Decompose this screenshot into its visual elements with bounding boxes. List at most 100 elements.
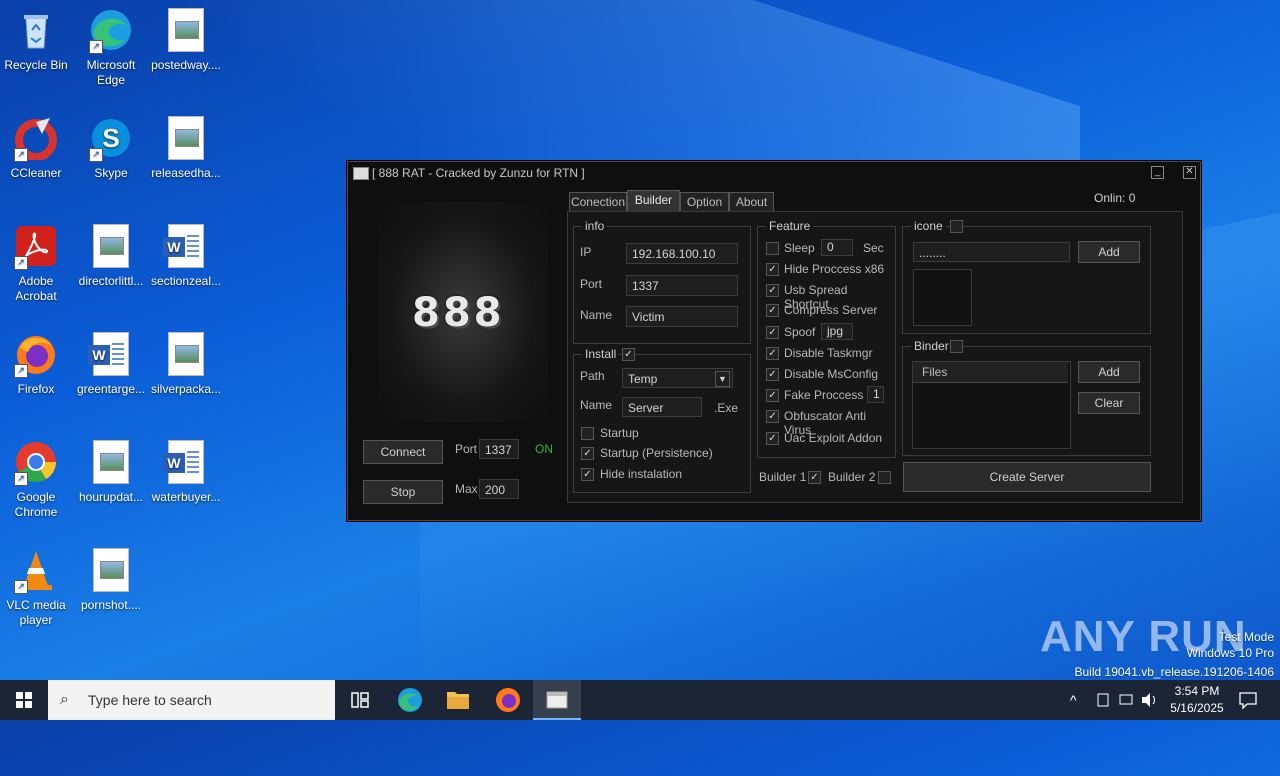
- icon-add-button[interactable]: Add: [1078, 241, 1140, 263]
- build-text: Build 19041.vb_release.191206-1406: [1074, 665, 1275, 679]
- task-view-button[interactable]: [336, 680, 384, 720]
- acrobat-icon: ↗: [14, 224, 58, 270]
- show-hidden-icons-chevron-icon[interactable]: ^: [1070, 692, 1077, 708]
- builder2-checkbox[interactable]: [878, 471, 891, 484]
- spoof-checkbox[interactable]: ✓: [766, 326, 779, 339]
- shortcut-arrow-icon: ↗: [14, 364, 28, 378]
- binder-group-title: Binder: [911, 339, 952, 353]
- usb-spread-checkbox[interactable]: ✓: [766, 284, 779, 297]
- binder-clear-button[interactable]: Clear: [1078, 392, 1140, 414]
- binder-checkbox[interactable]: [950, 340, 963, 353]
- taskbar-edge-button[interactable]: [386, 680, 434, 720]
- stop-button[interactable]: Stop: [363, 480, 443, 504]
- builder1-label: Builder 1: [759, 470, 807, 484]
- desktop-icon-file[interactable]: hourupdat...: [75, 440, 147, 505]
- files-column-header[interactable]: Files: [913, 362, 1068, 383]
- startup-persistence-checkbox[interactable]: ✓: [581, 447, 594, 460]
- start-button[interactable]: [0, 680, 48, 720]
- desktop-icon-ccleaner[interactable]: ↗ CCleaner: [0, 116, 72, 181]
- desktop-icon-skype[interactable]: S ↗ Skype: [75, 116, 147, 181]
- install-checkbox[interactable]: ✓: [622, 348, 635, 361]
- victim-name-input[interactable]: Victim: [626, 306, 738, 327]
- desktop-icon-file[interactable]: directorlittl...: [75, 224, 147, 289]
- desktop-icon-recycle-bin[interactable]: Recycle Bin: [0, 8, 72, 73]
- desktop-icon-file[interactable]: W sectionzeal...: [150, 224, 222, 289]
- rat-window: [ 888 RAT - Cracked by Zunzu for RTN ] _…: [347, 161, 1201, 521]
- chrome-icon: ↗: [14, 440, 58, 486]
- desktop-icon-file[interactable]: W waterbuyer...: [150, 440, 222, 505]
- compress-server-checkbox[interactable]: ✓: [766, 304, 779, 317]
- name-label: Name: [580, 398, 613, 412]
- word-document-icon: W: [163, 224, 208, 268]
- install-group-title: Install: [582, 347, 620, 361]
- obfuscator-checkbox[interactable]: ✓: [766, 410, 779, 423]
- hide-process-checkbox[interactable]: ✓: [766, 263, 779, 276]
- system-tray-icons: [1097, 693, 1155, 707]
- builder2-label: Builder 2: [828, 470, 876, 484]
- minimize-icon[interactable]: _: [1151, 166, 1164, 179]
- taskbar-explorer-button[interactable]: [434, 680, 482, 720]
- window-titlebar[interactable]: [ 888 RAT - Cracked by Zunzu for RTN ] _…: [348, 162, 1200, 184]
- shortcut-arrow-icon: ↗: [14, 148, 28, 162]
- uac-exploit-checkbox[interactable]: ✓: [766, 432, 779, 445]
- icon-label: sectionzeal...: [150, 274, 222, 288]
- create-server-button[interactable]: Create Server: [903, 462, 1151, 492]
- port-input[interactable]: 1337: [626, 275, 738, 296]
- disable-taskmgr-label: Disable Taskmgr: [784, 346, 873, 360]
- desktop-icon-google-chrome[interactable]: ↗ Google Chrome: [0, 440, 72, 520]
- clock[interactable]: 3:54 PM 5/16/2025: [1164, 684, 1230, 715]
- notifications-button[interactable]: [1238, 690, 1258, 713]
- fake-process-checkbox[interactable]: ✓: [766, 389, 779, 402]
- app-window-icon: [546, 691, 568, 709]
- taskbar-search-box[interactable]: ⌕ Type here to search: [48, 680, 335, 720]
- hide-install-checkbox[interactable]: ✓: [581, 468, 594, 481]
- icon-label: pornshot....: [80, 598, 142, 612]
- connect-button[interactable]: Connect: [363, 440, 443, 464]
- desktop-icon-file[interactable]: W greentarge...: [75, 332, 147, 397]
- path-select[interactable]: Temp ▼: [622, 368, 733, 388]
- taskbar-firefox-button[interactable]: [484, 680, 532, 720]
- image-file-icon: [89, 548, 133, 592]
- port-label: Port: [455, 442, 478, 456]
- builder-panel: info IP 192.168.100.10 Port 1337 Name Vi…: [567, 211, 1183, 503]
- desktop-icon-vlc[interactable]: ↗ VLC media player: [0, 548, 72, 628]
- ip-input[interactable]: 192.168.100.10: [626, 243, 738, 264]
- chevron-down-icon[interactable]: ▼: [715, 371, 730, 387]
- install-group: Install ✓ Path Temp ▼ Name Server .Exe S…: [573, 347, 751, 493]
- spoof-extension-input[interactable]: jpg: [821, 323, 853, 340]
- builder1-checkbox[interactable]: ✓: [808, 471, 821, 484]
- listen-port-input[interactable]: 1337: [479, 439, 519, 459]
- icon-path-input[interactable]: ........: [913, 242, 1070, 262]
- hide-process-label: Hide Proccess x86: [784, 262, 885, 276]
- desktop-icon-file[interactable]: postedway....: [150, 8, 222, 73]
- online-label: Onlin:: [1094, 191, 1126, 205]
- disable-msconfig-label: Disable MsConfig: [784, 367, 879, 381]
- tab-conection[interactable]: Conection: [569, 192, 627, 213]
- disable-taskmgr-checkbox[interactable]: ✓: [766, 347, 779, 360]
- fake-process-input[interactable]: 1: [867, 386, 884, 403]
- network-tray-icon[interactable]: [1096, 690, 1160, 713]
- binder-file-list[interactable]: Files: [912, 361, 1071, 449]
- close-icon[interactable]: ✕: [1183, 166, 1196, 179]
- sleep-input[interactable]: 0: [821, 239, 853, 256]
- folder-icon: [447, 692, 469, 709]
- sleep-label: Sleep: [784, 241, 815, 255]
- server-name-input[interactable]: Server: [622, 397, 702, 417]
- desktop-icon-file[interactable]: pornshot....: [75, 548, 147, 613]
- disable-msconfig-checkbox[interactable]: ✓: [766, 368, 779, 381]
- tab-builder[interactable]: Builder: [627, 190, 680, 213]
- sleep-checkbox[interactable]: [766, 242, 779, 255]
- desktop-icon-firefox[interactable]: ↗ Firefox: [0, 332, 72, 397]
- max-connections-input[interactable]: 200: [479, 479, 519, 499]
- taskbar-rat-app-button[interactable]: [533, 680, 581, 720]
- binder-add-button[interactable]: Add: [1078, 361, 1140, 383]
- tab-option[interactable]: Option: [680, 192, 729, 213]
- desktop-icon-adobe-acrobat[interactable]: ↗ Adobe Acrobat: [0, 224, 72, 304]
- tab-about[interactable]: About: [729, 192, 774, 213]
- startup-checkbox[interactable]: [581, 427, 594, 440]
- desktop-icon-microsoft-edge[interactable]: ↗ Microsoft Edge: [75, 8, 147, 88]
- desktop-icon-file[interactable]: releasedha...: [150, 116, 222, 181]
- icone-checkbox[interactable]: [950, 220, 963, 233]
- shortcut-arrow-icon: ↗: [89, 148, 103, 162]
- desktop-icon-file[interactable]: silverpacka...: [150, 332, 222, 397]
